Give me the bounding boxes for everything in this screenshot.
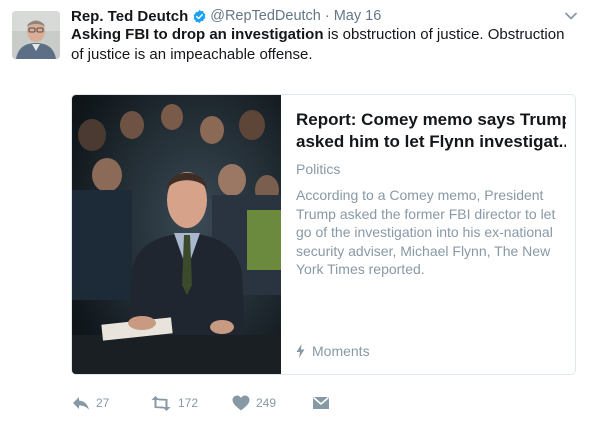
card-title-line-2: asked him to let Flynn investigat... <box>296 132 566 151</box>
verified-badge-icon <box>193 9 206 23</box>
chevron-down-icon[interactable] <box>563 8 579 24</box>
reply-count: 27 <box>96 396 110 410</box>
author-handle[interactable]: @RepTedDeutch <box>210 8 321 24</box>
card-photo <box>72 95 281 374</box>
avatar[interactable] <box>12 11 60 59</box>
retweet-button[interactable]: 172 <box>150 393 198 413</box>
tweet-date[interactable]: May 16 <box>334 8 382 24</box>
link-card[interactable]: Report: Comey memo says Trump asked him … <box>71 94 576 375</box>
card-category: Politics <box>296 161 341 177</box>
card-description: According to a Comey memo, President Tru… <box>296 187 556 277</box>
envelope-icon <box>313 396 329 409</box>
like-count: 249 <box>256 396 277 410</box>
reply-icon <box>73 396 89 410</box>
lightning-icon <box>296 344 305 358</box>
separator-dot: · <box>324 8 330 24</box>
retweet-count: 172 <box>178 396 199 410</box>
heart-icon <box>232 395 250 411</box>
card-title[interactable]: Report: Comey memo says Trump asked him … <box>296 109 566 153</box>
card-title-line-1: Report: Comey memo says Trump <box>296 110 566 129</box>
tweet-header: Rep. Ted Deutch @RepTedDeutch · May 16 <box>71 5 381 27</box>
direct-message-button[interactable] <box>312 393 330 413</box>
retweet-icon <box>151 395 171 411</box>
card-image <box>72 95 281 374</box>
like-button[interactable]: 249 <box>232 393 276 413</box>
tweet-text: Asking FBI to drop an investigation is o… <box>71 25 571 65</box>
tweet-text-bold: Asking FBI to drop an investigation <box>71 26 324 43</box>
tweet: Rep. Ted Deutch @RepTedDeutch · May 16 A… <box>0 0 592 422</box>
card-footer-label: Moments <box>312 343 370 359</box>
card-footer[interactable]: Moments <box>296 343 370 359</box>
reply-button[interactable]: 27 <box>72 393 109 413</box>
avatar-image <box>12 11 60 59</box>
author-name[interactable]: Rep. Ted Deutch <box>71 8 188 25</box>
card-body: Report: Comey memo says Trump asked him … <box>296 109 566 279</box>
